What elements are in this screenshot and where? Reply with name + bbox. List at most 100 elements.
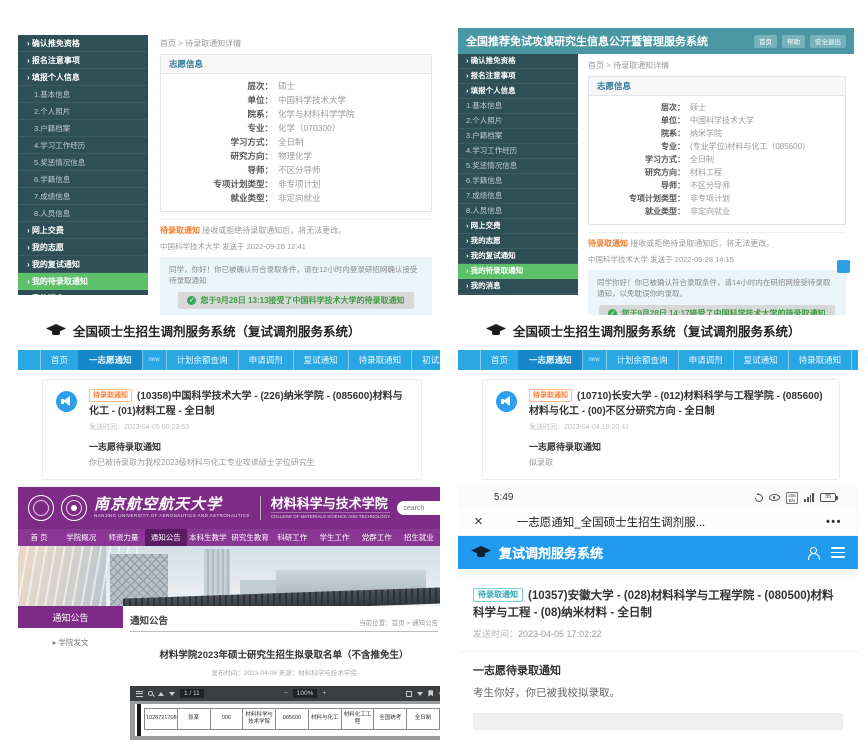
sidebar-item[interactable]: 我的复试通知: [18, 256, 148, 273]
sidebar-item[interactable]: 我的志愿: [458, 234, 578, 249]
more-options-icon[interactable]: •••: [826, 516, 842, 528]
menu-icon[interactable]: [831, 547, 845, 557]
nav-item[interactable]: 待录取通知: [348, 350, 412, 370]
pdf-bookmark-icon[interactable]: [428, 690, 433, 697]
university-name-en: NANJING UNIVERSITY OF AERONAUTICS AND AS…: [94, 514, 250, 519]
nav-item[interactable]: 复试通知: [293, 350, 348, 370]
sidebar-item[interactable]: 我的复试通知: [458, 249, 578, 264]
field-row: 学习方式： 全日制: [589, 153, 845, 166]
notice-card-title: 待录取通知(10357)安徽大学 - (028)材料科学与工程学院 - (080…: [473, 588, 843, 622]
sidebar-item[interactable]: 2.个人照片: [18, 103, 148, 120]
sidebar-item[interactable]: 我的志愿: [18, 239, 148, 256]
article-title[interactable]: 材料学院2023年硕士研究生招生拟录取名单（不含推免生）: [130, 647, 438, 661]
pdf-more-icon[interactable]: »: [438, 690, 440, 697]
field-value: 全日制: [278, 135, 304, 149]
nav-item[interactable]: 研究生教育: [229, 529, 271, 546]
sidebar-item[interactable]: 我的消息: [458, 279, 578, 294]
nav-item[interactable]: 一志愿通知: [518, 350, 582, 370]
pdf-download-icon[interactable]: [417, 692, 423, 696]
nav-item[interactable]: 首页: [480, 350, 518, 370]
nav-item[interactable]: 师资力量: [102, 529, 144, 546]
sidebar-item[interactable]: 我的待录取通知: [458, 264, 578, 279]
sidebar-item[interactable]: 2.个人照片: [458, 114, 578, 129]
pdf-page-down-icon[interactable]: [169, 692, 175, 696]
sidebar-item[interactable]: 确认推免资格: [458, 54, 578, 69]
pdf-zoom-in-icon[interactable]: +: [322, 690, 326, 697]
nav-item[interactable]: 学生工作: [313, 529, 355, 546]
sidebar-item[interactable]: 确认推免资格: [18, 35, 148, 52]
header-link[interactable]: 帮助: [782, 35, 805, 48]
nav-item[interactable]: 申请调剂: [238, 350, 293, 370]
college-name-cn: 材料科学与技术学院: [271, 497, 391, 510]
field-value: 化学（070300）: [278, 121, 340, 135]
nav-item[interactable]: 党群工作: [356, 529, 398, 546]
sidebar-item[interactable]: 我的消息: [18, 290, 148, 295]
sidebar-item[interactable]: 7.成绩信息: [18, 188, 148, 205]
accepted-button[interactable]: ✓ 您于9月28日 13:13接受了中国科学技术大学的待录取通知: [178, 292, 413, 309]
volunteer-info-box: 志愿信息 层次： 硕士 单位： 中国科学技术大学 院系： 化学与材料科学学院: [160, 54, 432, 212]
sidebar-item[interactable]: 4.学习工作经历: [18, 137, 148, 154]
floating-widget-button[interactable]: [837, 260, 850, 273]
nav-item[interactable]: 复试通知: [733, 350, 788, 370]
nav-item[interactable]: 待录取通知: [788, 350, 852, 370]
pdf-zoom-level[interactable]: 100%: [293, 689, 318, 698]
field-label: 单位：: [161, 93, 273, 107]
sidebar-item[interactable]: 网上交费: [18, 222, 148, 239]
sidebar-item[interactable]: 4.学习工作经历: [458, 144, 578, 159]
check-icon: ✓: [187, 296, 196, 305]
field-row: 专业： (专业学位)材料与化工（085600）: [589, 140, 845, 153]
college-name: 材料科学与技术学院 COLLEGE OF MATERIALS SCIENCE A…: [271, 497, 391, 519]
sidebar-item[interactable]: 3.户籍档案: [18, 120, 148, 137]
sidebar-item[interactable]: 1.基本信息: [458, 99, 578, 114]
university-name-cn: 南京航空航天大学: [94, 497, 250, 512]
sidebar-item[interactable]: 我的待录取通知: [18, 273, 148, 290]
sidebar-item[interactable]: 网上交费: [458, 219, 578, 234]
pdf-sidebar-toggle-icon[interactable]: [136, 691, 143, 697]
close-icon[interactable]: ×: [474, 514, 483, 529]
sidebar-item[interactable]: 1.基本信息: [18, 86, 148, 103]
sidebar-item[interactable]: 8.人员信息: [18, 205, 148, 222]
sidebar-item[interactable]: 3.户籍档案: [458, 129, 578, 144]
header-link[interactable]: 安全退出: [810, 35, 846, 48]
pdf-page-up-icon[interactable]: [158, 692, 164, 696]
nav-item[interactable]: 初试成绩: [851, 350, 868, 370]
nav-item[interactable]: 学院概况: [60, 529, 102, 546]
pdf-presentation-icon[interactable]: [406, 691, 412, 697]
nav-item[interactable]: 招生就业: [398, 529, 440, 546]
nav-item[interactable]: 首页: [40, 350, 78, 370]
table-cell: 006: [210, 709, 243, 730]
sidebar-item[interactable]: 5.奖惩情况信息: [18, 154, 148, 171]
sidebar-item[interactable]: 填报个人信息: [458, 84, 578, 99]
notice-card: 待录取通知(10358)中国科学技术大学 - (226)纳米学院 - (0856…: [42, 379, 422, 480]
pdf-page-indicator[interactable]: 1 / 11: [180, 689, 204, 698]
sidebar-item[interactable]: 7.成绩信息: [458, 189, 578, 204]
sidebar-item[interactable]: 填报个人信息: [18, 69, 148, 86]
nav-item[interactable]: 申请调剂: [678, 350, 733, 370]
nav-item[interactable]: 一志愿通知: [78, 350, 142, 370]
nav-item[interactable]: 计划余额查询: [606, 350, 678, 370]
nav-item[interactable]: 计划余额查询: [166, 350, 238, 370]
notice-section-label[interactable]: 通知公告: [18, 606, 123, 628]
volunteer-fields: 层次： 硕士 单位： 中国科学技术大学 院系： 纳米学院 专业： (专业学位)材…: [589, 96, 845, 224]
header-link[interactable]: 首页: [754, 35, 777, 48]
nav-item[interactable]: new: [142, 350, 166, 370]
search-input[interactable]: [403, 505, 440, 512]
nav-item[interactable]: 科研工作: [271, 529, 313, 546]
sidebar-link-documents[interactable]: ▸ 学院发文: [18, 637, 123, 648]
field-value: 硕士: [278, 79, 295, 93]
pdf-zoom-out-icon[interactable]: −: [284, 690, 288, 697]
nav-item[interactable]: new: [582, 350, 606, 370]
pdf-search-icon[interactable]: [148, 691, 153, 696]
nav-item[interactable]: 通知公告: [145, 529, 187, 546]
nuaa-header: 南京航空航天大学 NANJING UNIVERSITY OF AERONAUTI…: [18, 487, 440, 529]
field-label: 学习方式：: [161, 135, 273, 149]
sidebar-item[interactable]: 报名注意事项: [458, 69, 578, 84]
sidebar-item[interactable]: 5.奖惩情况信息: [458, 159, 578, 174]
sidebar-item[interactable]: 8.人员信息: [458, 204, 578, 219]
user-profile-icon[interactable]: [807, 547, 819, 559]
sidebar-item[interactable]: 6.学籍信息: [458, 174, 578, 189]
sidebar-item[interactable]: 6.学籍信息: [18, 171, 148, 188]
sidebar-item[interactable]: 报名注意事项: [18, 52, 148, 69]
nav-item[interactable]: 本科生教学: [187, 529, 229, 546]
nav-item[interactable]: 首 页: [18, 529, 60, 546]
